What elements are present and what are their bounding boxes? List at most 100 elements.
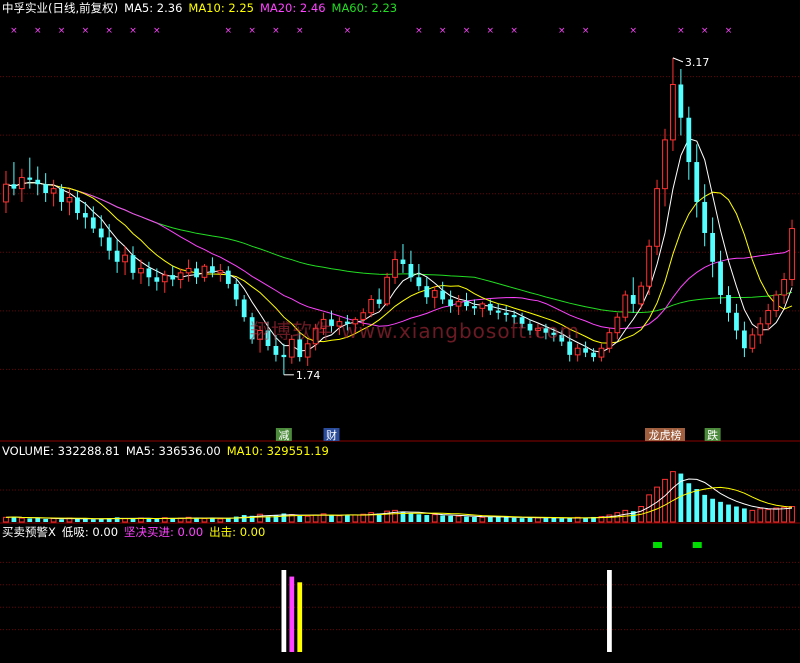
top-marker: × [487,26,495,36]
volume-bar [146,518,152,522]
volume-bar [345,514,350,522]
candle-body [225,270,231,284]
stock-name: 中孚实业(日线,前复权) [2,1,119,15]
candle [614,312,621,340]
top-marker: × [344,26,352,36]
signal-bar [607,570,612,652]
candle-body [416,277,422,287]
kline-chart[interactable]: 3.17 1.74 减 财 龙虎榜 跌 × × × × × × × × × × × × × × × × × × × × × × × 中孚… [0,0,800,659]
candle-body [146,268,152,278]
ma60-line [5,182,793,314]
top-marker: × [58,26,66,36]
volume-bar [27,518,33,522]
top-marker: × [582,26,590,36]
candle-body [106,237,112,251]
volume-bar [718,501,723,522]
volume-bar [217,518,224,523]
candle-body [757,323,764,336]
candle [702,184,708,247]
candle [646,239,652,296]
candle-body [686,117,692,163]
top-marker: × [629,26,637,36]
indicator-out-label: 出击: 0.00 [209,525,266,539]
candle-body [448,299,453,307]
volume-bar [50,518,57,523]
candle-body [431,290,438,298]
volume-bar [472,516,477,522]
candle-body [646,245,652,287]
candle [622,290,629,322]
candle-body [789,228,795,281]
candle [424,277,430,304]
volume-bar [154,518,160,522]
top-marker: × [82,26,90,36]
volume-bar [789,506,795,523]
candle-body [574,347,581,356]
candle [448,290,453,313]
candle-body [177,272,184,281]
candle-body [424,286,430,298]
candle [122,246,128,276]
candle-body [75,197,80,214]
candle-body [638,285,645,305]
candle [241,295,247,322]
candle [742,321,747,358]
candle-body [440,290,446,300]
candle [678,68,684,136]
candle-body [479,303,486,309]
watermark: 翔博软件 www.xiangbosoft.com [250,319,581,343]
volume-bar [408,513,414,522]
ma5-label: MA5: 2.36 [124,1,183,15]
candle [233,279,239,307]
candle [440,281,446,304]
candle [686,106,692,180]
top-marker: × [725,26,733,36]
volume-bar [749,509,756,523]
candle-body [606,332,613,349]
top-marker: × [296,26,304,36]
candle-body [630,295,636,304]
candle [789,219,795,287]
signal-marker [692,542,702,548]
candle-body [487,303,493,311]
candle [757,317,764,344]
candle-body [710,232,716,262]
volume-bar [448,515,453,522]
candle [27,157,33,189]
candle-body [408,264,414,278]
volume-bar [487,516,493,522]
top-marker: × [272,26,280,36]
candle-body [654,188,660,247]
volume-bar [662,478,668,523]
volume-bar [503,517,509,522]
candle [670,57,676,151]
candle [384,272,390,307]
volume-bar [781,506,787,523]
volume-bar [297,515,303,522]
candle-body [702,201,708,233]
candle-body [114,250,120,262]
top-marker: × [10,26,18,36]
price-high-pointer [672,57,684,63]
top-marker: × [558,26,566,36]
candle [130,246,136,280]
indicator-low-label: 低吸: 0.00 [61,525,119,539]
candle [718,250,723,304]
candle-body [281,354,287,358]
candle [710,217,716,278]
candle-body [122,254,128,263]
candle [3,170,9,214]
volume-bar [726,504,731,522]
candle-body [194,268,199,278]
volume-bar [201,518,208,523]
candle-body [241,299,247,318]
candle-body [749,334,756,349]
candle-body [170,275,176,280]
top-marker: × [510,26,518,36]
candle-body [622,294,629,318]
candle-body [583,348,588,353]
signal-marker [653,542,663,548]
volume-header: VOLUME: 332288.81 MA5: 336536.00 MA10: 329… [2,444,335,458]
volume-bar [543,518,549,522]
volume-bar [464,516,469,522]
